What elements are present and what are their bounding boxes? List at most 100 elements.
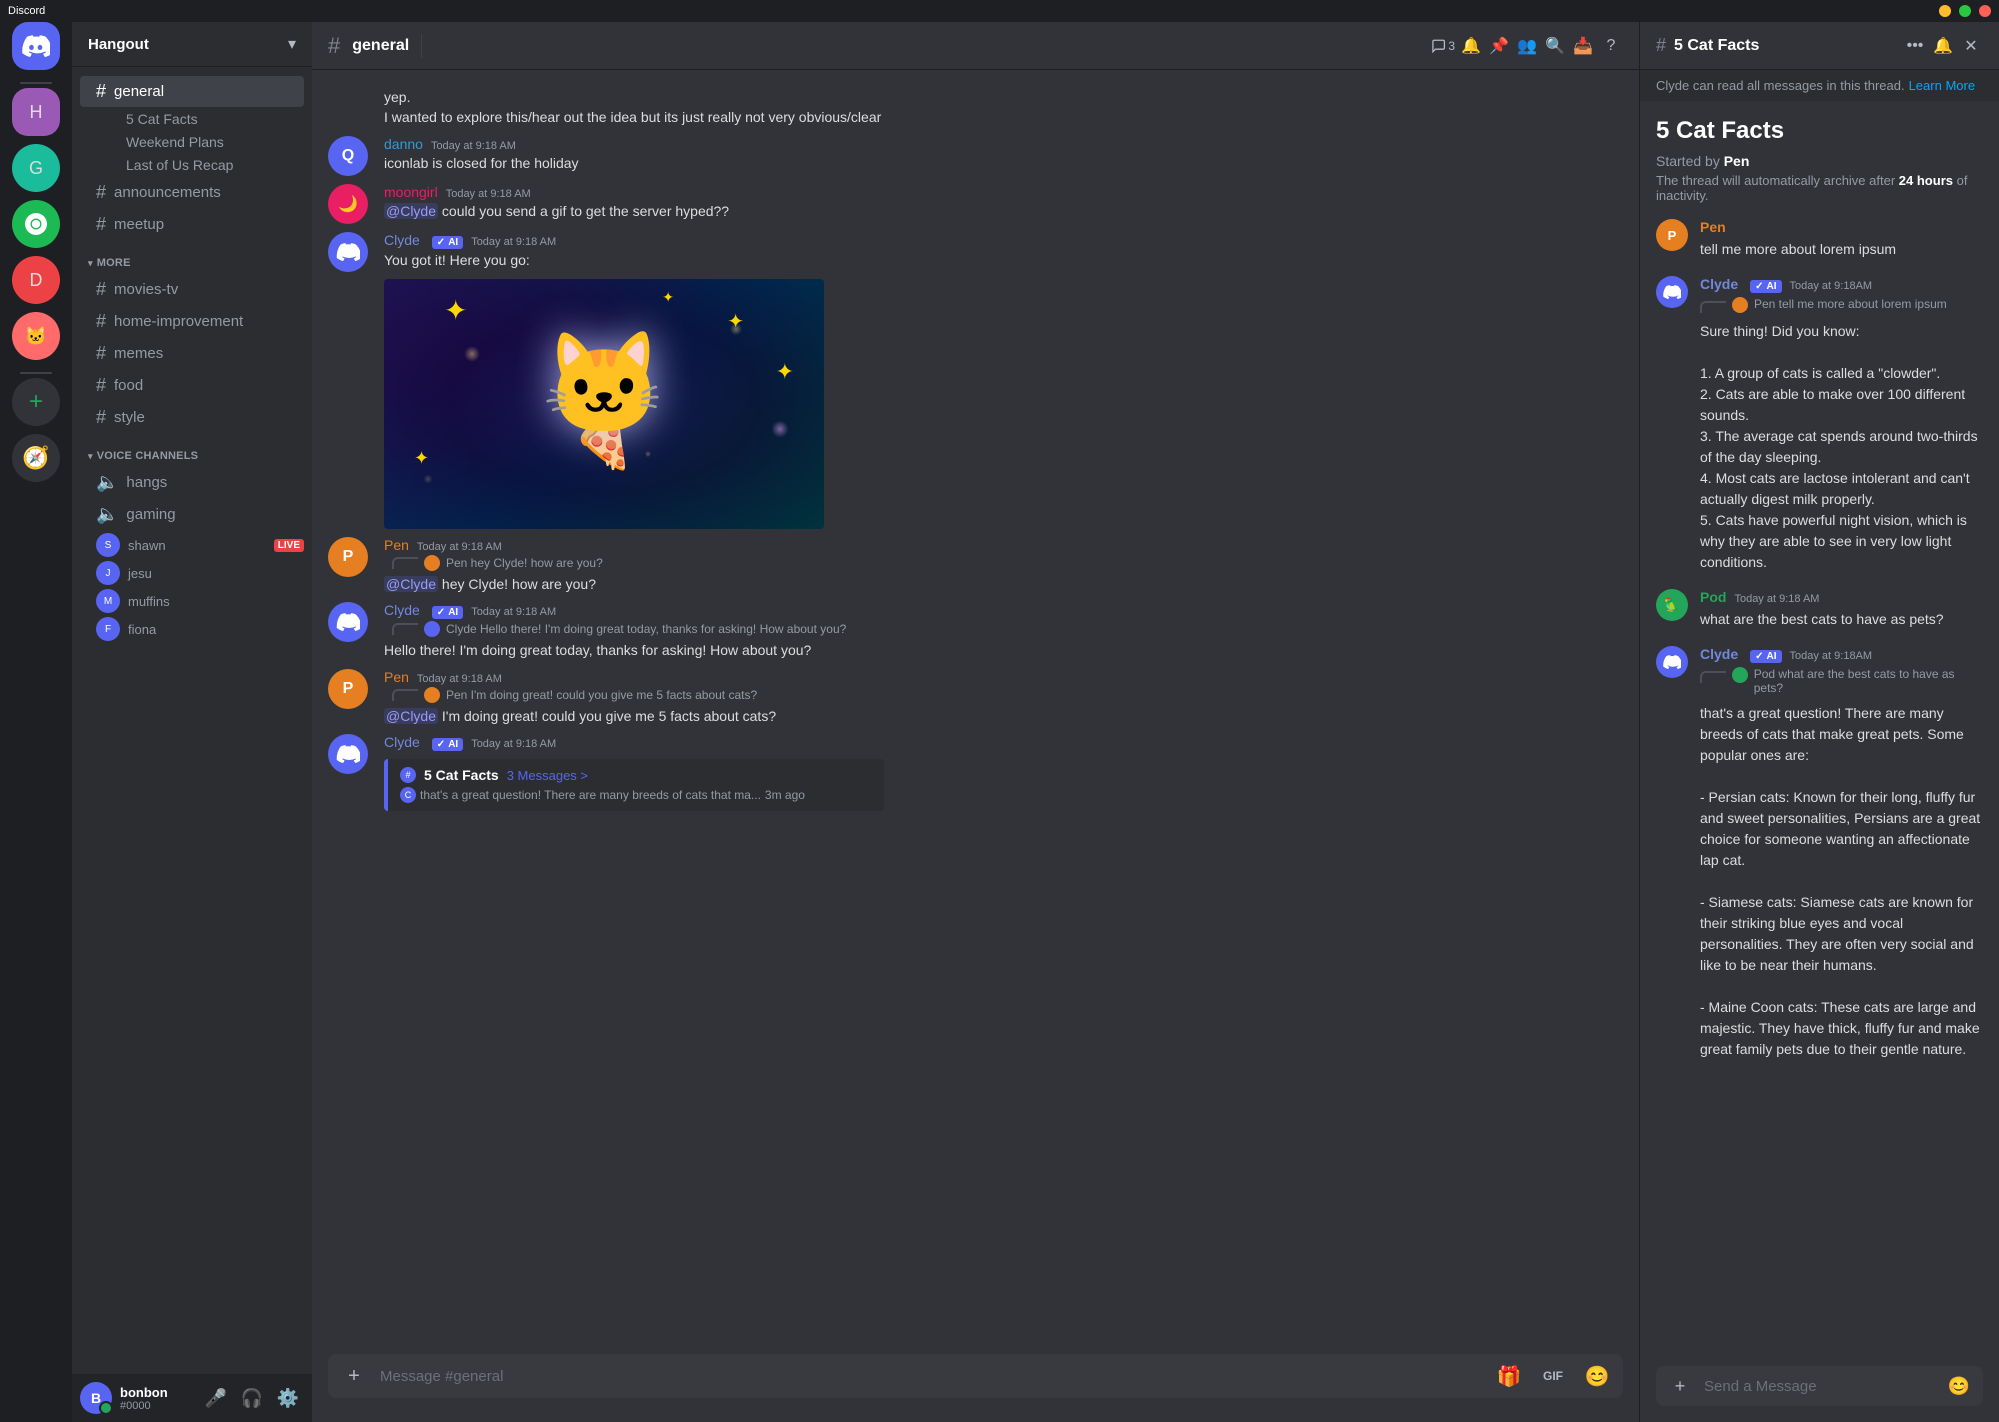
message-author-pen-2[interactable]: Pen: [384, 669, 409, 685]
gift-button[interactable]: 🎁: [1487, 1354, 1531, 1398]
learn-more-link[interactable]: Learn More: [1909, 78, 1975, 93]
message-content-danno: danno Today at 9:18 AM iconlab is closed…: [384, 136, 1623, 176]
thread-msg-header-3: Pod Today at 9:18 AM: [1700, 589, 1983, 605]
maximize-button[interactable]: [1959, 5, 1971, 17]
message-author-danno[interactable]: danno: [384, 136, 423, 152]
explore-servers-button[interactable]: 🧭: [12, 434, 60, 482]
titlebar: Discord: [0, 0, 1999, 22]
channel-item-movies-tv[interactable]: # movies-tv: [80, 274, 304, 305]
message-author-clyde-2[interactable]: Clyde: [384, 602, 420, 618]
message-author-moongirl[interactable]: moongirl: [384, 184, 438, 200]
thread-notifications-button[interactable]: 🔔: [1931, 34, 1955, 58]
notifications-button[interactable]: 🔔: [1459, 34, 1483, 58]
message-author-clyde-3[interactable]: Clyde: [384, 734, 420, 750]
thread-messages-link[interactable]: 3 Messages >: [507, 768, 588, 783]
threads-button[interactable]: 3: [1431, 34, 1455, 58]
user-area: B bonbon #0000 🎤 🎧 ⚙️: [72, 1374, 312, 1422]
thread-message-2: Clyde ✓ AI Today at 9:18AM Pen tell me m…: [1656, 276, 1983, 573]
thread-avatar-pod[interactable]: 🦜: [1656, 589, 1688, 621]
deafen-button[interactable]: 🎧: [236, 1382, 268, 1414]
thread-close-button[interactable]: ✕: [1959, 34, 1983, 58]
message-author-clyde[interactable]: Clyde: [384, 232, 420, 248]
close-button[interactable]: [1979, 5, 1991, 17]
thread-emoji-button[interactable]: 😊: [1939, 1366, 1979, 1406]
category-voice-arrow-icon: ▾: [88, 451, 93, 462]
server-icon-discord[interactable]: [12, 22, 60, 70]
add-message-button[interactable]: +: [332, 1354, 376, 1398]
thread-msg-author-clyde-1[interactable]: Clyde: [1700, 276, 1738, 292]
message-author-pen[interactable]: Pen: [384, 537, 409, 553]
thread-msg-time-1: Today at 9:18AM: [1790, 280, 1873, 292]
thread-item-5catfacts[interactable]: 5 Cat Facts: [80, 108, 304, 130]
server-icon-4[interactable]: D: [12, 256, 60, 304]
avatar-clyde-1[interactable]: [328, 232, 368, 272]
thread-avatar-clyde-1[interactable]: [1656, 276, 1688, 308]
avatar-danno[interactable]: Q: [328, 136, 368, 176]
mention-clyde-2[interactable]: @Clyde: [384, 576, 438, 592]
channel-item-memes[interactable]: # memes: [80, 338, 304, 369]
server-icon-hangout[interactable]: H: [12, 88, 60, 136]
help-button[interactable]: ?: [1599, 34, 1623, 58]
cat-body: 🐱 🍕: [542, 334, 667, 473]
thread-add-button[interactable]: +: [1660, 1366, 1700, 1406]
chat-channel-name: general: [352, 37, 409, 55]
channel-item-gaming[interactable]: 🔈 gaming: [80, 499, 304, 530]
thread-msg-header-1: Pen: [1700, 219, 1983, 235]
message-input[interactable]: [376, 1358, 1487, 1395]
server-icon-3[interactable]: [12, 200, 60, 248]
channel-item-food[interactable]: # food: [80, 370, 304, 401]
server-icon-5[interactable]: 🐱: [12, 312, 60, 360]
avatar-pen-2[interactable]: P: [328, 669, 368, 709]
server-header[interactable]: Hangout ▾: [72, 22, 312, 67]
thread-panel: # 5 Cat Facts ••• 🔔 ✕ Clyde can read all…: [1639, 0, 1999, 1422]
channel-item-meetup[interactable]: # meetup: [80, 209, 304, 240]
thread-reply-text-2: Pod what are the best cats to have as pe…: [1754, 667, 1983, 695]
inbox-button[interactable]: 📥: [1571, 34, 1595, 58]
avatar-moongirl[interactable]: 🌙: [328, 184, 368, 224]
category-voice[interactable]: ▾ VOICE CHANNELS: [72, 434, 312, 466]
channel-item-general[interactable]: # general: [80, 76, 304, 107]
thread-item-weekendplans[interactable]: Weekend Plans: [80, 131, 304, 153]
avatar-clyde-3[interactable]: [328, 734, 368, 774]
server-icon-2[interactable]: G: [12, 144, 60, 192]
message-content-clyde-1: Clyde ✓ AI Today at 9:18 AM You got it! …: [384, 232, 1623, 529]
mention-clyde-3[interactable]: @Clyde: [384, 708, 438, 724]
emoji-button[interactable]: 😊: [1575, 1354, 1619, 1398]
main-chat-area: # general 3 🔔 📌 👥 🔍 📥 ? yep.I wanted to …: [312, 0, 1639, 1422]
members-button[interactable]: 👥: [1515, 34, 1539, 58]
channel-item-style[interactable]: # style: [80, 402, 304, 433]
thread-meta-started: Started by Pen: [1656, 153, 1983, 169]
search-button[interactable]: 🔍: [1543, 34, 1567, 58]
thread-item-lastofus[interactable]: Last of Us Recap: [80, 154, 304, 176]
mute-button[interactable]: 🎤: [200, 1382, 232, 1414]
thread-avatar-pen-1[interactable]: P: [1656, 219, 1688, 251]
thread-item-label-2: Weekend Plans: [126, 134, 224, 150]
avatar-clyde-2[interactable]: [328, 602, 368, 642]
thread-archive-note: The thread will automatically archive af…: [1656, 173, 1983, 203]
user-avatar[interactable]: B: [80, 1382, 112, 1414]
thread-more-button[interactable]: •••: [1903, 34, 1927, 58]
channel-item-home-improvement[interactable]: # home-improvement: [80, 306, 304, 337]
speaker-icon-gaming: 🔈: [96, 504, 118, 525]
mention-clyde[interactable]: @Clyde: [384, 203, 438, 219]
reply-text-1: Pen hey Clyde! how are you?: [446, 556, 603, 570]
thread-avatar-clyde-2[interactable]: [1656, 646, 1688, 678]
cat-emoji: 🐱: [542, 334, 667, 434]
thread-msg-author-clyde-2[interactable]: Clyde: [1700, 646, 1738, 662]
channel-item-announcements[interactable]: # announcements: [80, 177, 304, 208]
thread-message-input[interactable]: [1700, 1368, 1939, 1405]
thread-msg-author-pen-1[interactable]: Pen: [1700, 219, 1726, 235]
settings-button[interactable]: ⚙️: [272, 1382, 304, 1414]
pinned-button[interactable]: 📌: [1487, 34, 1511, 58]
category-more[interactable]: ▾ MORE: [72, 241, 312, 273]
avatar-pen-1[interactable]: P: [328, 537, 368, 577]
thread-msg-author-pod[interactable]: Pod: [1700, 589, 1726, 605]
thread-msg-body-4: Clyde ✓ AI Today at 9:18AM Pod what are …: [1700, 646, 1983, 1060]
voice-username-fiona: fiona: [128, 622, 156, 637]
thread-msg-body-3: Pod Today at 9:18 AM what are the best c…: [1700, 589, 1983, 630]
add-server-button[interactable]: +: [12, 378, 60, 426]
minimize-button[interactable]: [1939, 5, 1951, 17]
thread-reply-2: Pod what are the best cats to have as pe…: [1700, 667, 1983, 695]
channel-item-hangs[interactable]: 🔈 hangs: [80, 467, 304, 498]
gif-button[interactable]: GIF: [1531, 1354, 1575, 1398]
